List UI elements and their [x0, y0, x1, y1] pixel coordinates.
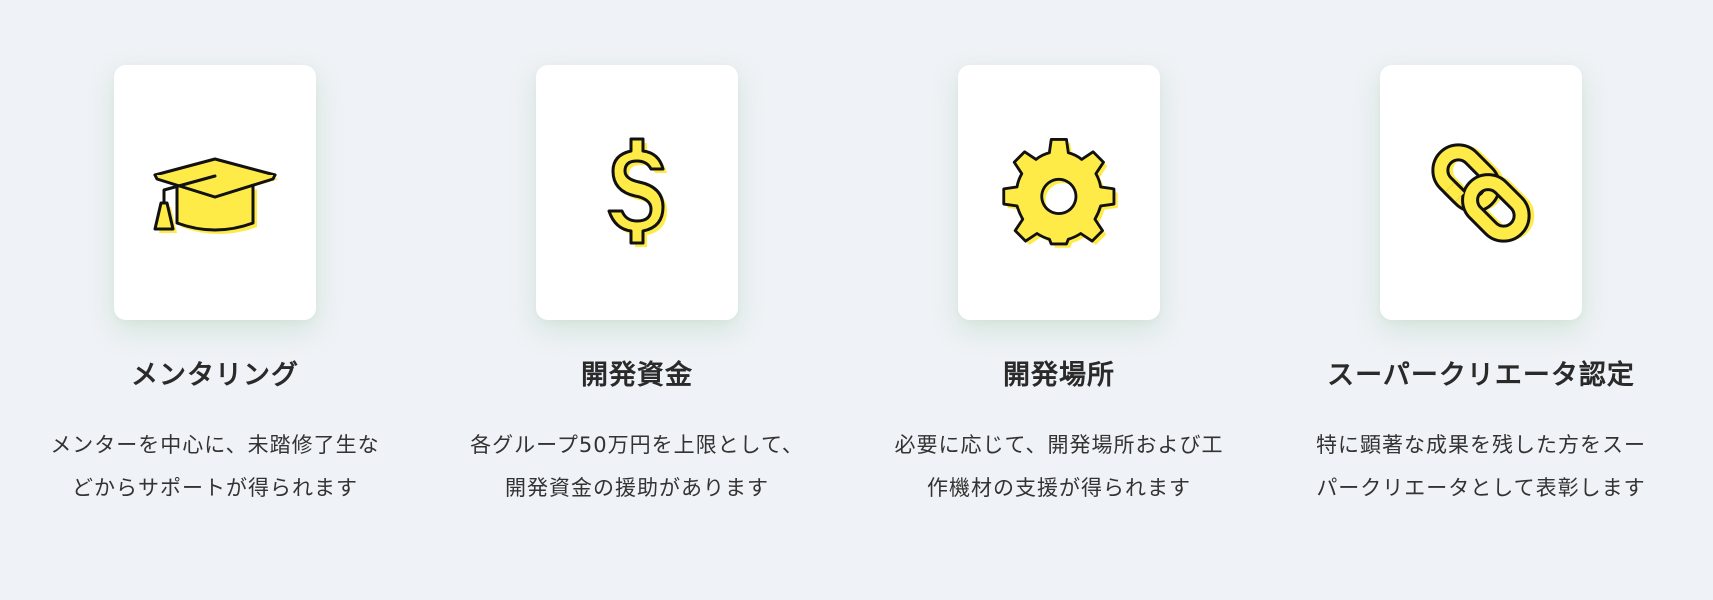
feature-title: メンタリング — [131, 360, 299, 391]
feature-description-line: 特に顕著な成果を残した方をスー — [1316, 433, 1646, 457]
feature-card — [536, 65, 738, 320]
feature-super-creator: スーパークリエータ認定 特に顕著な成果を残した方をスー パークリエータとして表彰… — [1281, 65, 1681, 510]
feature-description-line: メンターを中心に、未踏修了生な — [50, 433, 380, 457]
feature-description-line: 作機材の支援が得られます — [927, 476, 1191, 500]
feature-mentoring: メンタリング メンターを中心に、未踏修了生な どからサポートが得られます — [15, 65, 415, 510]
feature-card — [958, 65, 1160, 320]
feature-card — [1380, 65, 1582, 320]
feature-title: スーパークリエータ認定 — [1327, 360, 1635, 391]
feature-description: 各グループ50万円を上限として、 開発資金の援助があります — [437, 424, 837, 510]
features-section: メンタリング メンターを中心に、未踏修了生な どからサポートが得られます 開発資… — [0, 0, 1713, 600]
feature-workspace: 開発場所 必要に応じて、開発場所および工 作機材の支援が得られます — [859, 65, 1259, 510]
feature-title: 開発資金 — [581, 360, 693, 391]
feature-description: メンターを中心に、未踏修了生な どからサポートが得られます — [15, 424, 415, 510]
feature-description: 特に顕著な成果を残した方をスー パークリエータとして表彰します — [1281, 424, 1681, 510]
gear-icon — [1002, 137, 1118, 248]
feature-description-line: どからサポートが得られます — [72, 476, 358, 500]
feature-description: 必要に応じて、開発場所および工 作機材の支援が得られます — [859, 424, 1259, 510]
feature-title: 開発場所 — [1003, 360, 1115, 391]
dollar-icon — [607, 137, 667, 247]
feature-description-line: 開発資金の援助があります — [505, 476, 769, 500]
feature-description-line: パークリエータとして表彰します — [1316, 476, 1646, 500]
feature-card — [114, 65, 316, 320]
feature-description-line: 必要に応じて、開発場所および工 — [894, 433, 1224, 457]
feature-description-line: 各グループ50万円を上限として、 — [470, 433, 804, 457]
link-icon — [1431, 142, 1535, 243]
graduation-cap-icon — [153, 157, 279, 234]
feature-funding: 開発資金 各グループ50万円を上限として、 開発資金の援助があります — [437, 65, 837, 510]
